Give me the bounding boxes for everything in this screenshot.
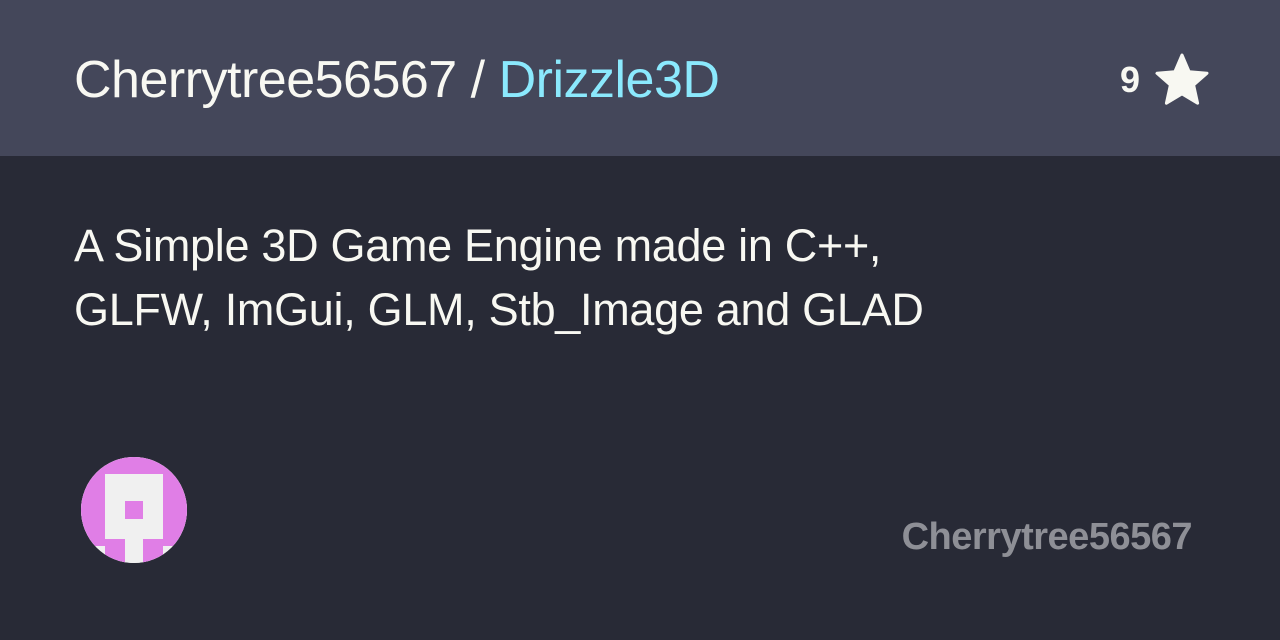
repo-card: Cherrytree56567 / Drizzle3D 9 A Simple 3… [0, 0, 1280, 640]
description-line-1: A Simple 3D Game Engine made in C++, [74, 220, 882, 271]
star-count: 9 [1119, 59, 1140, 100]
repo-owner[interactable]: Cherrytree56567 [74, 51, 457, 109]
owner-username[interactable]: Cherrytree56567 [902, 514, 1193, 560]
star-counter[interactable]: 9 [1120, 52, 1210, 108]
description-line-2: GLFW, ImGui, GLM, Stb_Image and GLAD [74, 284, 924, 335]
repo-title[interactable]: Cherrytree56567 / Drizzle3D [74, 49, 720, 111]
star-icon [1155, 53, 1209, 105]
card-header: Cherrytree56567 / Drizzle3D 9 [0, 0, 1280, 156]
owner-avatar[interactable] [81, 457, 187, 563]
identicon-avatar-icon [81, 457, 187, 563]
repo-name[interactable]: Drizzle3D [499, 51, 720, 109]
repo-description: A Simple 3D Game Engine made in C++, GLF… [74, 214, 1194, 342]
repo-separator: / [456, 51, 499, 109]
